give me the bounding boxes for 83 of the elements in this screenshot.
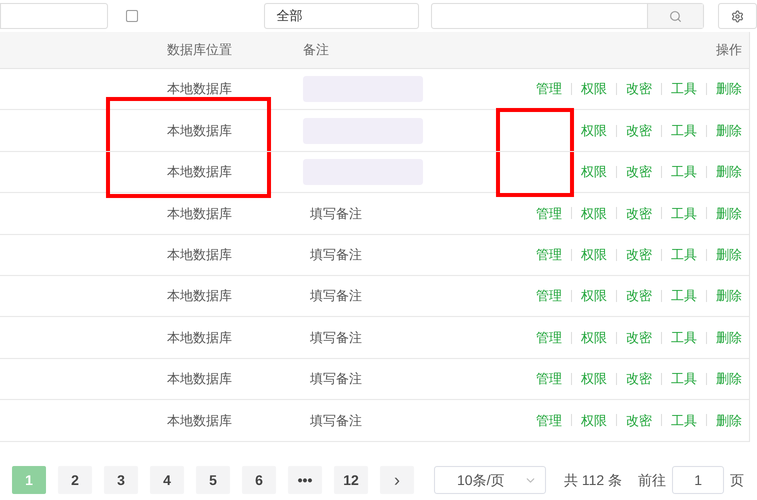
table-cell-text: 本地数据库 (167, 328, 233, 347)
action-link[interactable]: 权限 (581, 328, 607, 348)
action-link[interactable]: 改密 (626, 245, 652, 264)
action-link[interactable]: 管理 (536, 328, 562, 348)
action-link[interactable]: 删除 (716, 286, 742, 306)
action-link[interactable]: 权限 (581, 245, 607, 264)
action-link[interactable]: 管理 (536, 410, 562, 430)
table-cell-text: 填写备注 (310, 412, 362, 430)
table-cell-text: 填写备注 (310, 204, 362, 223)
action-link[interactable]: 工具 (671, 369, 697, 389)
action-link[interactable]: 工具 (671, 286, 697, 306)
goto-label: 前往 (638, 470, 666, 490)
action-link[interactable]: 权限 (581, 286, 607, 306)
action-link[interactable]: 管理 (536, 204, 562, 224)
settings-icon (730, 10, 744, 22)
action-link[interactable]: 删除 (716, 410, 742, 430)
toolbar-button[interactable] (0, 3, 108, 29)
column-header: 操作 (716, 41, 742, 60)
action-link[interactable]: 管理 (536, 79, 562, 99)
action-link[interactable]: 管理 (536, 369, 562, 389)
action-link[interactable]: 权限 (581, 204, 607, 224)
action-link[interactable]: 权限 (581, 369, 607, 389)
page-button[interactable]: 4 (150, 466, 184, 494)
action-link[interactable]: 工具 (671, 410, 697, 430)
action-link[interactable]: 删除 (716, 328, 742, 348)
action-link[interactable]: 工具 (671, 328, 697, 348)
action-link[interactable]: 权限 (581, 79, 607, 99)
action-link[interactable]: 改密 (626, 204, 652, 224)
action-link[interactable]: 改密 (626, 120, 652, 140)
table-cell-text: 本地数据库 (167, 80, 233, 98)
action-link[interactable]: 管理 (536, 245, 562, 264)
action-link[interactable]: 工具 (671, 204, 697, 224)
page-button[interactable]: 12 (334, 466, 368, 494)
action-link[interactable]: 删除 (716, 120, 742, 140)
action-link[interactable]: 权限 (581, 410, 607, 430)
action-link[interactable]: 改密 (626, 369, 652, 389)
action-link[interactable]: 改密 (626, 328, 652, 348)
filter-select[interactable]: 全部 (264, 3, 420, 29)
page-button[interactable]: 3 (104, 466, 138, 494)
action-link[interactable]: 管理 (536, 286, 562, 306)
table-cell-text: 本地数据库 (167, 163, 233, 182)
action-link[interactable]: 工具 (671, 79, 697, 99)
table-cell-text: 填写备注 (310, 287, 362, 306)
next-page-button[interactable]: › (380, 466, 414, 494)
action-link[interactable]: 删除 (716, 245, 742, 264)
action-link[interactable]: 改密 (626, 162, 652, 182)
action-link[interactable]: 删除 (716, 204, 742, 224)
action-link[interactable]: 删除 (716, 79, 742, 99)
page-button[interactable]: 6 (242, 466, 276, 494)
table-cell-text: 本地数据库 (167, 412, 233, 430)
action-link[interactable]: 工具 (671, 245, 697, 264)
goto-page-field[interactable]: 1 (672, 466, 724, 494)
page-button[interactable]: ••• (288, 466, 322, 494)
action-link[interactable]: 改密 (626, 286, 652, 306)
table-cell-text: 本地数据库 (167, 122, 233, 140)
column-header: 数据库位置 (167, 41, 233, 60)
search-field[interactable] (431, 3, 704, 29)
table-cell-text: 填写备注 (310, 246, 362, 264)
action-link[interactable]: 删除 (716, 162, 742, 182)
column-header: 备注 (303, 41, 329, 60)
checkbox-icon[interactable] (126, 10, 138, 22)
action-link[interactable]: 改密 (626, 79, 652, 99)
action-link[interactable]: 工具 (671, 162, 697, 182)
page-button[interactable]: 2 (58, 466, 92, 494)
page-button[interactable]: 5 (196, 466, 230, 494)
action-link[interactable]: 改密 (626, 410, 652, 430)
page-size-select[interactable]: 10条/页 (434, 466, 546, 494)
action-link[interactable]: 删除 (716, 369, 742, 389)
table-cell-text: 本地数据库 (167, 246, 233, 264)
table-cell-text: 本地数据库 (167, 370, 233, 388)
search-icon (668, 10, 682, 22)
action-link[interactable]: 工具 (671, 120, 697, 140)
total-count: 共 112 条 (564, 470, 622, 490)
table-cell-text: 本地数据库 (167, 287, 233, 306)
table-cell-text: 本地数据库 (167, 204, 233, 223)
settings-button[interactable] (718, 3, 757, 29)
action-link[interactable]: 权限 (581, 120, 607, 140)
action-link[interactable]: 权限 (581, 162, 607, 182)
table-cell-text: 填写备注 (310, 370, 362, 388)
search-button[interactable] (646, 4, 703, 28)
page-button[interactable]: 1 (12, 466, 46, 494)
table-cell-text: 填写备注 (310, 328, 362, 347)
page-unit: 页 (730, 470, 744, 490)
